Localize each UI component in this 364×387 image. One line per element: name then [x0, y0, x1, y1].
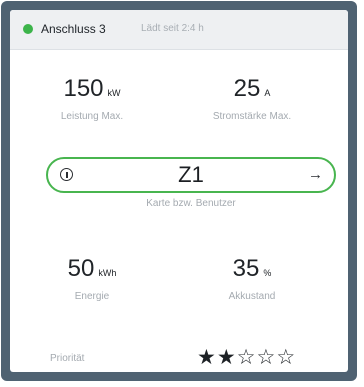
energy-value: 50	[67, 255, 95, 282]
current-label: Stromstärke Max.	[212, 111, 292, 122]
user-selector-value: Z1	[178, 162, 204, 187]
power-unit: kW	[107, 88, 121, 98]
power-value: 150	[63, 75, 104, 102]
star-empty-icon[interactable]: ☆	[237, 345, 257, 369]
card-frame: Anschluss 3 Lädt seit 2:4 h 150 kW Leistu…	[1, 1, 357, 381]
connector-title: Anschluss 3	[41, 22, 106, 36]
star-empty-icon[interactable]: ☆	[256, 345, 276, 369]
user-selector-button[interactable]: Z1 →	[46, 157, 336, 193]
star-empty-icon[interactable]: ☆	[276, 345, 296, 369]
current-value: 25	[233, 75, 261, 102]
status-dot	[23, 24, 33, 34]
star-filled-icon[interactable]: ★	[197, 345, 217, 369]
arrow-right-icon: →	[308, 166, 323, 183]
star-filled-icon[interactable]: ★	[217, 345, 237, 369]
energy-unit: kWh	[98, 268, 117, 278]
metric-battery: 35% Akkustand	[182, 255, 322, 303]
card-header: Anschluss 3 Lädt seit 2:4 h	[10, 10, 348, 50]
priority-rating[interactable]: ★★☆☆☆	[197, 345, 296, 369]
connector-card: Anschluss 3 Lädt seit 2:4 h 150 kW Leistu…	[10, 10, 348, 372]
current-unit: A	[264, 88, 271, 98]
power-label: Leistung Max.	[60, 111, 124, 122]
metric-energy: 50 kWh Energie	[22, 255, 162, 303]
battery-value: 35	[232, 255, 260, 282]
priority-label: Priorität	[50, 353, 85, 364]
metric-power: 150 kW Leistung Max.	[22, 75, 162, 123]
metric-current: 25 A Stromstärke Max.	[182, 75, 322, 123]
battery-unit: %	[263, 268, 272, 278]
user-selector-label: Karte bzw. Benutzer	[146, 198, 236, 209]
charging-status: Lädt seit 2:4 h	[141, 23, 204, 34]
battery-label: Akkustand	[228, 291, 276, 302]
energy-label: Energie	[74, 291, 110, 302]
